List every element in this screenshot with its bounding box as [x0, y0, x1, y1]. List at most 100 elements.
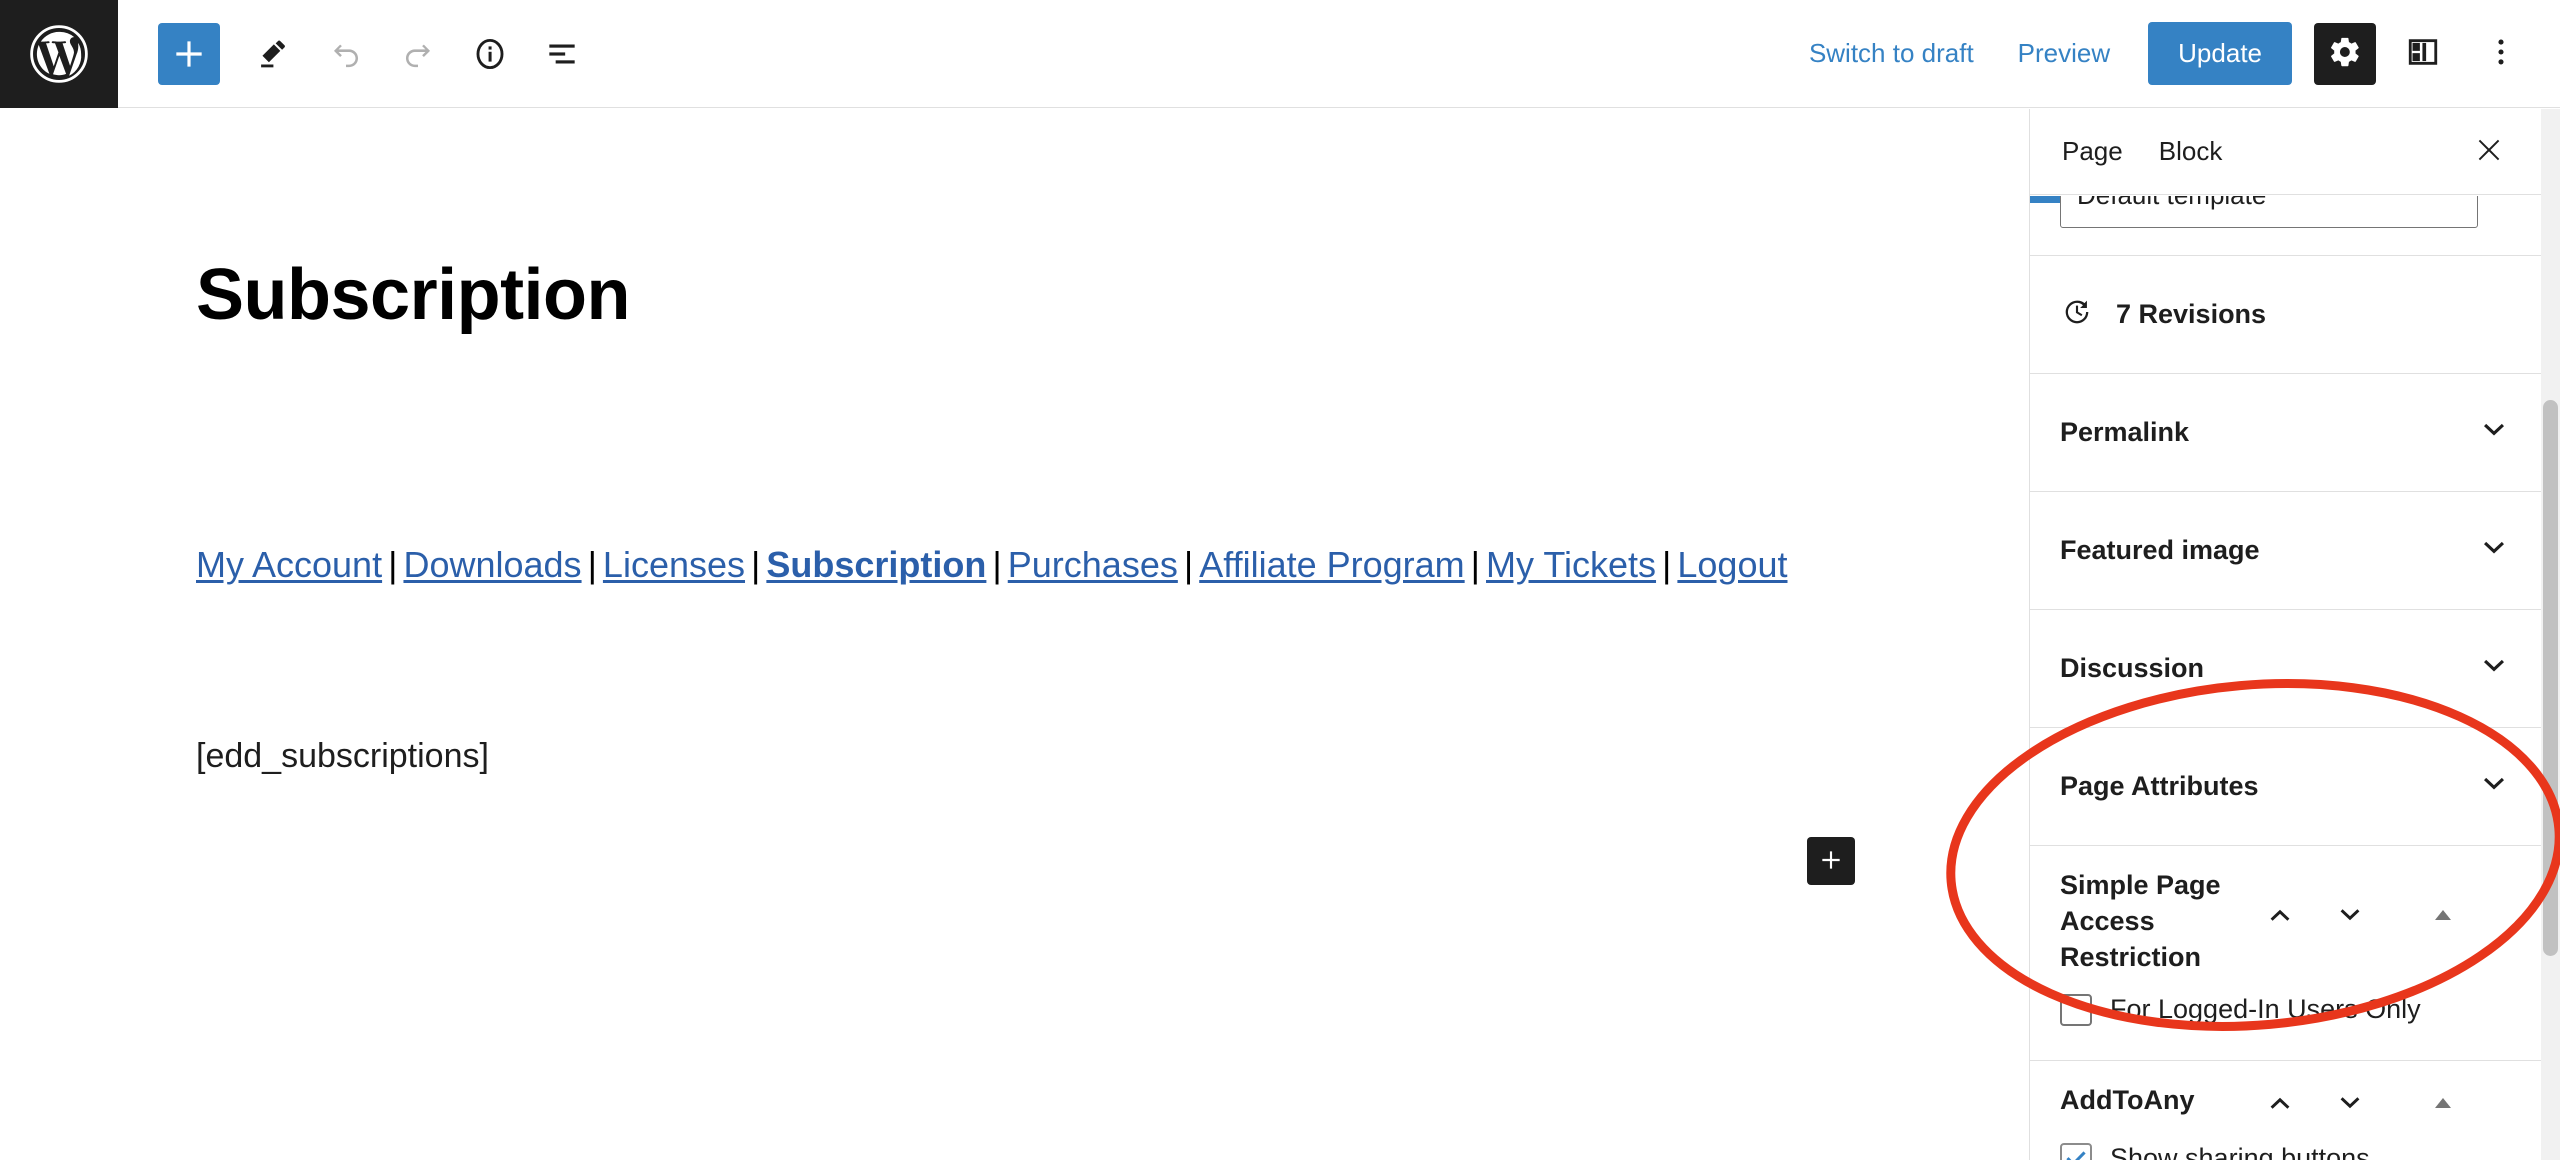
editor-toolbar: Switch to draft Preview Update	[0, 0, 2560, 108]
plus-icon	[1818, 847, 1844, 876]
nav-separator: |	[1662, 544, 1672, 585]
redo-button[interactable]	[382, 18, 454, 90]
sidebar-layout-icon	[2406, 35, 2440, 72]
metabox-body: Show sharing buttons.	[2030, 1135, 2541, 1160]
plus-icon	[170, 35, 208, 73]
wordpress-logo-icon	[29, 24, 89, 84]
nav-link-affiliate-program[interactable]: Affiliate Program	[1199, 544, 1464, 585]
shortcode-paragraph[interactable]: [edd_subscriptions]	[196, 734, 489, 778]
logged-in-users-only-label: For Logged-In Users Only	[2110, 994, 2421, 1025]
revisions-label-wrap: 7 Revisions	[2060, 295, 2266, 334]
toolbar-left-group	[158, 18, 598, 90]
checkmark-icon	[2066, 1151, 2086, 1160]
page-title[interactable]: Subscription	[196, 259, 631, 331]
metabox-toggle-button[interactable]	[2330, 1085, 2370, 1125]
sidebar-item-page-attributes[interactable]: Page Attributes	[2030, 728, 2541, 846]
metabox-addtoany: AddToAny Show sharing buttons.	[2030, 1060, 2541, 1160]
chevron-down-icon	[2477, 531, 2511, 570]
discussion-label: Discussion	[2060, 653, 2205, 683]
close-x-icon	[2473, 134, 2505, 169]
block-inspector-button[interactable]	[2392, 23, 2454, 85]
chevron-up-icon	[2264, 1087, 2296, 1122]
update-button[interactable]: Update	[2148, 22, 2292, 85]
metabox-move-up-button[interactable]	[2260, 896, 2300, 936]
sidebar-item-featured-image[interactable]: Featured image	[2030, 492, 2541, 610]
metabox-header[interactable]: AddToAny	[2030, 1061, 2541, 1135]
chevron-down-icon	[2477, 413, 2511, 452]
info-circle-icon	[471, 35, 509, 73]
editor-root: Switch to draft Preview Update Subscript…	[0, 0, 2560, 1160]
metabox-controls	[2260, 896, 2460, 936]
wordpress-logo-button[interactable]	[0, 0, 118, 108]
block-inserter-toggle-button[interactable]	[158, 22, 220, 85]
logged-in-users-only-row[interactable]: For Logged-In Users Only	[2060, 993, 2511, 1026]
nav-separator: |	[587, 544, 597, 585]
sidebar-item-revisions[interactable]: 7 Revisions	[2030, 256, 2541, 374]
kebab-menu-icon	[2484, 35, 2518, 72]
nav-separator: |	[1183, 544, 1194, 585]
gear-icon	[2328, 35, 2362, 72]
permalink-label: Permalink	[2060, 417, 2190, 447]
show-sharing-buttons-label: Show sharing buttons.	[2110, 1143, 2378, 1160]
revisions-clock-icon	[2060, 295, 2094, 334]
logged-in-users-only-checkbox[interactable]	[2060, 993, 2092, 1026]
page-scrollbar-thumb[interactable]	[2543, 400, 2558, 956]
nav-link-licenses[interactable]: Licenses	[603, 544, 745, 585]
metabox-title: Simple Page Access Restriction	[2060, 870, 2221, 972]
featured-image-label: Featured image	[2060, 535, 2260, 565]
nav-link-subscription[interactable]: Subscription	[766, 544, 986, 585]
nav-link-my-tickets[interactable]: My Tickets	[1486, 544, 1656, 585]
sidebar-item-permalink[interactable]: Permalink	[2030, 374, 2541, 492]
undo-arrow-icon	[327, 35, 365, 73]
page-attributes-label: Page Attributes	[2060, 771, 2259, 801]
list-view-icon	[543, 35, 581, 73]
nav-separator: |	[751, 544, 761, 585]
revisions-label: 7 Revisions	[2116, 299, 2267, 329]
tools-pencil-button[interactable]	[238, 18, 310, 90]
show-sharing-buttons-checkbox[interactable]	[2060, 1142, 2092, 1160]
show-sharing-buttons-row[interactable]: Show sharing buttons.	[2060, 1142, 2511, 1160]
details-button[interactable]	[454, 18, 526, 90]
close-settings-button[interactable]	[2463, 126, 2515, 178]
nav-separator: |	[388, 544, 398, 585]
tab-block[interactable]: Block	[2141, 109, 2241, 195]
nav-separator: |	[992, 544, 1002, 585]
preview-button[interactable]: Preview	[1996, 26, 2132, 81]
sidebar-item-discussion[interactable]: Discussion	[2030, 610, 2541, 728]
sidebar-tablist: Page Block	[2030, 109, 2541, 195]
chevron-down-icon	[2477, 649, 2511, 688]
nav-link-my-account[interactable]: My Account	[196, 544, 382, 585]
pencil-icon	[256, 36, 292, 72]
account-nav-paragraph[interactable]: My Account | Downloads | Licenses | Subscripti…	[196, 543, 1788, 586]
metabox-move-up-button[interactable]	[2260, 1085, 2300, 1125]
redo-arrow-icon	[399, 35, 437, 73]
nav-link-purchases[interactable]: Purchases	[1008, 544, 1178, 585]
triangle-up-icon	[2431, 1091, 2455, 1118]
template-panel-clipped: Default template	[2030, 196, 2541, 256]
metabox-header[interactable]: Simple Page Access Restriction	[2030, 846, 2541, 986]
chevron-down-icon	[2334, 899, 2366, 934]
chevron-down-icon	[2334, 1087, 2366, 1122]
metabox-toggle-button[interactable]	[2330, 896, 2370, 936]
nav-link-downloads[interactable]: Downloads	[403, 544, 581, 585]
metabox-body: For Logged-In Users Only	[2030, 986, 2541, 1060]
settings-button[interactable]	[2314, 22, 2376, 85]
sidebar-scroll-region[interactable]: Default template 7 Revisions Permalink	[2030, 196, 2541, 1160]
undo-button[interactable]	[310, 18, 382, 90]
list-view-button[interactable]	[526, 18, 598, 90]
toolbar-right-group: Switch to draft Preview Update	[1787, 22, 2560, 85]
settings-sidebar: Page Block Default template	[2029, 109, 2541, 1160]
metabox-order-button[interactable]	[2426, 899, 2460, 933]
metabox-order-button[interactable]	[2426, 1088, 2460, 1122]
tab-page[interactable]: Page	[2044, 109, 2141, 195]
more-options-button[interactable]	[2470, 23, 2532, 85]
triangle-up-icon	[2431, 903, 2455, 930]
nav-link-logout[interactable]: Logout	[1677, 544, 1787, 585]
chevron-down-icon	[2477, 767, 2511, 806]
switch-to-draft-button[interactable]: Switch to draft	[1787, 26, 1996, 81]
nav-separator: |	[1470, 544, 1481, 585]
chevron-up-icon	[2264, 899, 2296, 934]
canvas-add-block-button[interactable]	[1807, 837, 1855, 885]
template-select[interactable]: Default template	[2060, 196, 2478, 228]
page-scrollbar-track[interactable]	[2541, 109, 2560, 1160]
